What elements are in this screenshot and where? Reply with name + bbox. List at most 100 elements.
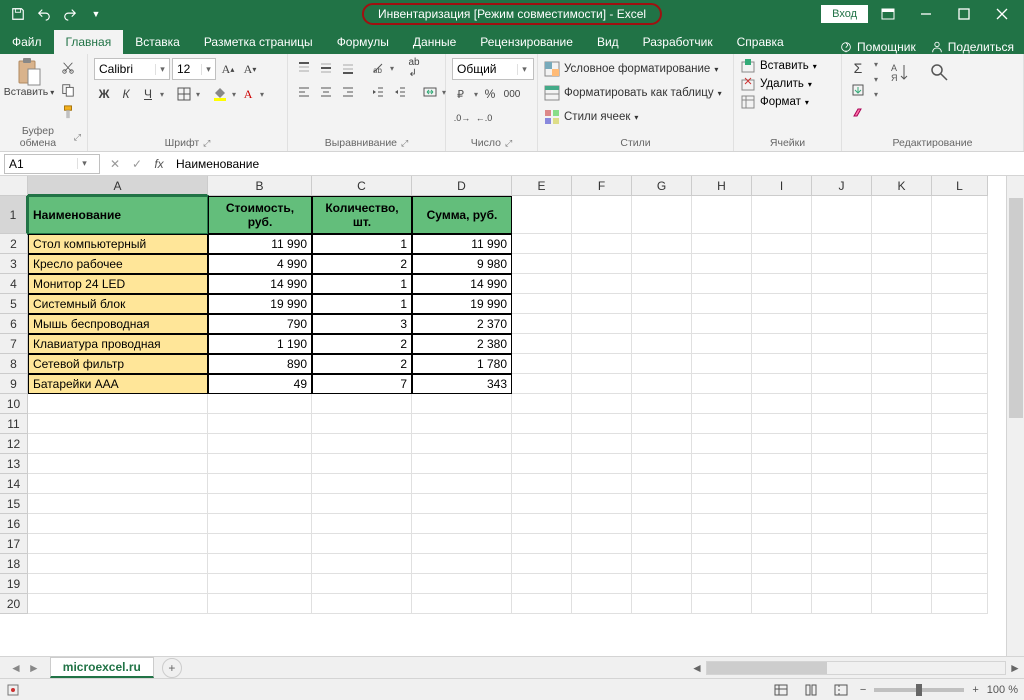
cell[interactable] xyxy=(512,474,572,494)
row-header[interactable]: 2 xyxy=(0,234,28,254)
cell[interactable] xyxy=(312,514,412,534)
page-break-view-icon[interactable] xyxy=(830,681,852,699)
increase-decimal-icon[interactable]: .0→ xyxy=(452,108,472,128)
cell[interactable] xyxy=(872,574,932,594)
cell[interactable] xyxy=(752,354,812,374)
tab-разметка страницы[interactable]: Разметка страницы xyxy=(192,30,325,54)
number-launcher-icon[interactable]: ⤢ xyxy=(505,138,512,149)
cell[interactable] xyxy=(632,494,692,514)
cell[interactable] xyxy=(812,414,872,434)
cell[interactable] xyxy=(872,594,932,614)
cell[interactable] xyxy=(872,414,932,434)
cell[interactable] xyxy=(932,274,988,294)
tab-вставка[interactable]: Вставка xyxy=(123,30,192,54)
cell[interactable] xyxy=(512,374,572,394)
cell[interactable] xyxy=(872,454,932,474)
cell[interactable] xyxy=(28,554,208,574)
row-header[interactable]: 9 xyxy=(0,374,28,394)
cell[interactable] xyxy=(812,494,872,514)
cell[interactable] xyxy=(512,574,572,594)
align-right-icon[interactable] xyxy=(338,82,358,102)
cell[interactable] xyxy=(572,294,632,314)
cell[interactable] xyxy=(632,554,692,574)
cell[interactable] xyxy=(412,514,512,534)
cell[interactable]: 4 990 xyxy=(208,254,312,274)
cell[interactable] xyxy=(752,274,812,294)
select-all-corner[interactable] xyxy=(0,176,28,196)
cell[interactable]: Клавиатура проводная xyxy=(28,334,208,354)
cell[interactable]: 19 990 xyxy=(208,294,312,314)
align-launcher-icon[interactable]: ⤢ xyxy=(401,138,408,149)
cell[interactable] xyxy=(28,534,208,554)
macro-record-icon[interactable] xyxy=(6,683,20,697)
copy-icon[interactable] xyxy=(58,80,78,100)
cell[interactable] xyxy=(512,254,572,274)
tab-разработчик[interactable]: Разработчик xyxy=(631,30,725,54)
format-as-table-button[interactable]: Форматировать как таблицу▾ xyxy=(544,82,722,104)
cell[interactable] xyxy=(692,254,752,274)
cell[interactable] xyxy=(572,254,632,274)
cell[interactable]: Батарейки AAA xyxy=(28,374,208,394)
cell[interactable] xyxy=(752,514,812,534)
tell-me[interactable]: Помощник xyxy=(839,40,916,54)
paste-button[interactable]: Вставить▾ xyxy=(6,58,52,98)
borders-icon[interactable] xyxy=(174,84,194,104)
cell[interactable] xyxy=(312,434,412,454)
font-name-combo[interactable]: ▾ xyxy=(94,58,170,80)
col-header[interactable]: L xyxy=(932,176,988,196)
row-header[interactable]: 20 xyxy=(0,594,28,614)
row-header[interactable]: 10 xyxy=(0,394,28,414)
cell[interactable] xyxy=(752,254,812,274)
row-header[interactable]: 11 xyxy=(0,414,28,434)
cell[interactable] xyxy=(692,196,752,234)
cell[interactable] xyxy=(572,434,632,454)
cell[interactable] xyxy=(512,554,572,574)
cell[interactable]: 19 990 xyxy=(412,294,512,314)
cell[interactable] xyxy=(752,434,812,454)
cell[interactable] xyxy=(512,314,572,334)
cell[interactable] xyxy=(812,334,872,354)
align-top-icon[interactable] xyxy=(294,58,314,78)
cell[interactable] xyxy=(812,534,872,554)
cell[interactable]: Сумма, руб. xyxy=(412,196,512,234)
cell[interactable]: 343 xyxy=(412,374,512,394)
cell[interactable] xyxy=(872,534,932,554)
cell[interactable]: 1 xyxy=(312,234,412,254)
cell[interactable] xyxy=(872,514,932,534)
cell[interactable] xyxy=(28,394,208,414)
cell[interactable] xyxy=(632,254,692,274)
cell[interactable] xyxy=(932,554,988,574)
cell[interactable] xyxy=(412,454,512,474)
delete-cells-button[interactable]: Удалить▾ xyxy=(740,76,817,92)
cancel-formula-icon[interactable]: ✕ xyxy=(104,157,126,171)
cell[interactable] xyxy=(932,314,988,334)
cell[interactable] xyxy=(692,574,752,594)
cell[interactable] xyxy=(752,414,812,434)
cell[interactable] xyxy=(752,294,812,314)
cut-icon[interactable] xyxy=(58,58,78,78)
cell[interactable] xyxy=(412,414,512,434)
cell[interactable] xyxy=(632,574,692,594)
cell[interactable] xyxy=(752,394,812,414)
cell[interactable] xyxy=(28,514,208,534)
cell[interactable] xyxy=(872,254,932,274)
tab-файл[interactable]: Файл xyxy=(0,30,54,54)
cell[interactable] xyxy=(692,454,752,474)
align-left-icon[interactable] xyxy=(294,82,314,102)
cell[interactable] xyxy=(872,554,932,574)
cell[interactable] xyxy=(412,534,512,554)
cell[interactable] xyxy=(28,494,208,514)
cell[interactable] xyxy=(632,294,692,314)
tab-главная[interactable]: Главная xyxy=(54,30,124,54)
tab-справка[interactable]: Справка xyxy=(725,30,796,54)
cell[interactable]: 890 xyxy=(208,354,312,374)
login-button[interactable]: Вход xyxy=(821,5,868,23)
cell[interactable] xyxy=(412,434,512,454)
cell[interactable] xyxy=(572,234,632,254)
cell[interactable] xyxy=(512,494,572,514)
cell[interactable] xyxy=(752,554,812,574)
cell[interactable] xyxy=(512,234,572,254)
cell[interactable] xyxy=(512,394,572,414)
cell[interactable] xyxy=(632,474,692,494)
format-cells-button[interactable]: Формат▾ xyxy=(740,94,817,110)
